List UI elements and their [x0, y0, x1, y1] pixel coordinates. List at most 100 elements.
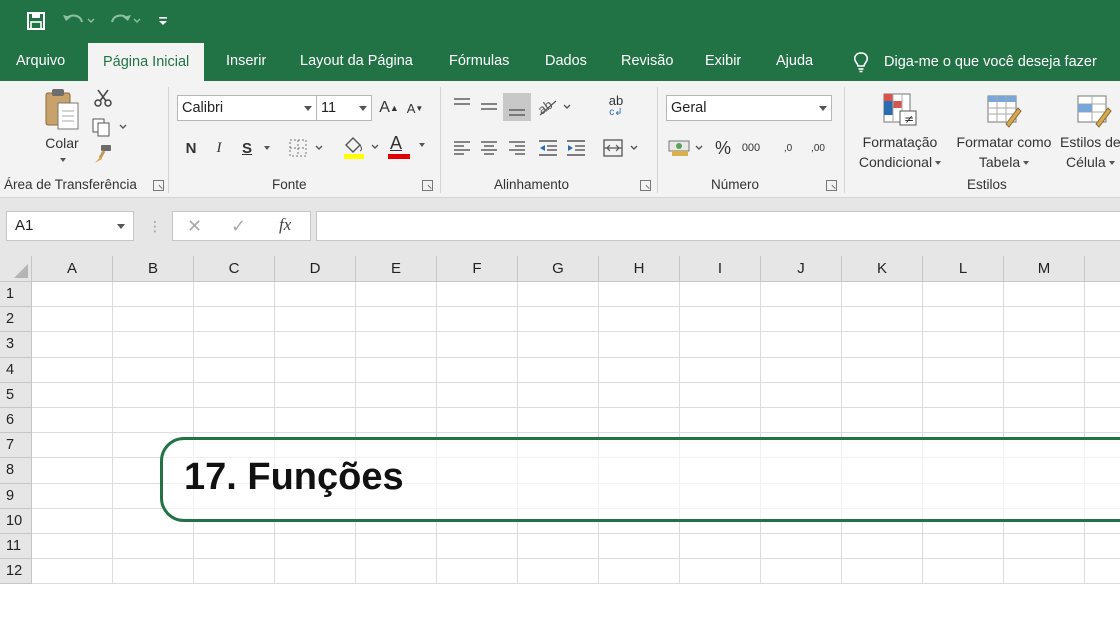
font-launcher-icon[interactable]: [422, 180, 433, 191]
tab-layout-da-pagina[interactable]: Layout da Página: [300, 42, 413, 81]
column-header-e[interactable]: E: [356, 256, 437, 282]
number-format-combo[interactable]: Geral: [666, 95, 832, 121]
decrease-indent-icon[interactable]: [536, 135, 560, 161]
alignment-launcher-icon[interactable]: [640, 180, 651, 191]
cell-styles-icon[interactable]: [1072, 89, 1116, 131]
column-header-i[interactable]: I: [680, 256, 761, 282]
format-as-table-icon[interactable]: [982, 89, 1026, 131]
row-header-10[interactable]: 10: [0, 508, 32, 534]
row-header-11[interactable]: 11: [0, 534, 32, 560]
spreadsheet-grid[interactable]: ABCDEFGHIJKLMN123456789101112: [0, 256, 1120, 584]
paste-button[interactable]: Colar: [40, 133, 84, 153]
tab-exibir[interactable]: Exibir: [705, 42, 741, 81]
column-header-c[interactable]: C: [194, 256, 275, 282]
format-as-table-button[interactable]: Formatar como Tabela: [950, 132, 1058, 172]
name-box[interactable]: A1: [6, 211, 134, 241]
align-center-icon[interactable]: [477, 135, 501, 161]
tab-dados[interactable]: Dados: [545, 42, 587, 81]
column-header-n[interactable]: N: [1085, 256, 1120, 282]
underline-dropdown-icon[interactable]: [258, 135, 272, 161]
column-header-f[interactable]: F: [437, 256, 518, 282]
format-painter-icon[interactable]: [92, 143, 114, 165]
decrease-decimal-button[interactable]: ,00: [804, 135, 832, 161]
column-header-k[interactable]: K: [842, 256, 923, 282]
number-group-label: Número: [711, 177, 760, 192]
save-icon[interactable]: [24, 9, 48, 33]
font-size-combo[interactable]: 11: [316, 95, 372, 121]
ribbon: Colar Área de Transferência Calibri 11 A…: [0, 81, 1120, 198]
paste-icon[interactable]: [42, 87, 82, 133]
paste-dropdown-icon[interactable]: [56, 155, 66, 165]
conditional-formatting-button[interactable]: Formatação Condicional: [852, 132, 948, 172]
clipboard-launcher-icon[interactable]: [153, 180, 164, 191]
redo-icon[interactable]: [106, 9, 146, 33]
tab-inserir[interactable]: Inserir: [226, 42, 266, 81]
row-header-7[interactable]: 7: [0, 433, 32, 459]
bold-button[interactable]: N: [180, 135, 202, 161]
tab-ajuda[interactable]: Ajuda: [776, 42, 813, 81]
column-header-b[interactable]: B: [113, 256, 194, 282]
fill-color-button[interactable]: [340, 133, 384, 161]
grow-font-button[interactable]: A ▲: [378, 95, 400, 121]
italic-icon: I: [216, 139, 222, 156]
tab-formulas[interactable]: Fórmulas: [449, 42, 509, 81]
underline-button[interactable]: S: [236, 135, 258, 161]
wrap-text-button[interactable]: ab c↲: [604, 93, 628, 121]
align-top-icon[interactable]: [450, 93, 474, 119]
row-header-8[interactable]: 8: [0, 458, 32, 484]
row-header-5[interactable]: 5: [0, 382, 32, 408]
cancel-icon[interactable]: ✕: [187, 216, 202, 237]
increase-decimal-button[interactable]: ,0: [776, 135, 800, 161]
paste-label: Colar: [45, 135, 79, 151]
column-header-l[interactable]: L: [923, 256, 1004, 282]
align-left-icon[interactable]: [450, 135, 474, 161]
italic-button[interactable]: I: [208, 135, 230, 161]
formula-bar-grip-icon[interactable]: ⋮: [148, 218, 162, 234]
conditional-formatting-icon[interactable]: ≠: [878, 89, 922, 131]
grid-row-line: [32, 407, 1120, 408]
group-separator: [440, 87, 441, 193]
orientation-icon[interactable]: ab: [536, 93, 574, 119]
align-bottom-icon[interactable]: [503, 93, 531, 121]
column-header-h[interactable]: H: [599, 256, 680, 282]
increase-indent-icon[interactable]: [564, 135, 588, 161]
column-header-a[interactable]: A: [32, 256, 113, 282]
row-header-3[interactable]: 3: [0, 332, 32, 358]
row-header-2[interactable]: 2: [0, 307, 32, 333]
formula-input[interactable]: [316, 211, 1120, 241]
copy-icon[interactable]: [90, 117, 130, 137]
number-launcher-icon[interactable]: [826, 180, 837, 191]
select-all-corner[interactable]: [0, 256, 32, 282]
column-header-m[interactable]: M: [1004, 256, 1085, 282]
undo-icon[interactable]: [60, 9, 100, 33]
customize-qat-icon[interactable]: [154, 9, 172, 33]
tab-arquivo[interactable]: Arquivo: [16, 42, 65, 81]
merge-center-icon[interactable]: [602, 135, 642, 161]
tell-me-search[interactable]: Diga-me o que você deseja fazer: [850, 42, 1097, 81]
cut-icon[interactable]: [92, 87, 114, 109]
row-header-4[interactable]: 4: [0, 357, 32, 383]
align-middle-icon[interactable]: [477, 93, 501, 119]
shrink-font-button[interactable]: A ▼: [404, 95, 426, 121]
row-header-12[interactable]: 12: [0, 559, 32, 584]
tab-revisao[interactable]: Revisão: [621, 42, 673, 81]
column-header-g[interactable]: G: [518, 256, 599, 282]
accounting-format-icon[interactable]: [666, 135, 710, 161]
row-header-6[interactable]: 6: [0, 408, 32, 434]
enter-icon[interactable]: ✓: [231, 216, 246, 237]
percent-button[interactable]: %: [712, 135, 734, 161]
row-header-9[interactable]: 9: [0, 483, 32, 509]
font-name-combo[interactable]: Calibri: [177, 95, 317, 121]
align-right-icon[interactable]: [505, 135, 529, 161]
insert-function-icon[interactable]: fx: [279, 215, 291, 235]
tab-pagina-inicial[interactable]: Página Inicial: [88, 43, 205, 81]
callout-title: 17. Funções: [184, 456, 404, 498]
font-color-button[interactable]: A: [386, 133, 430, 161]
column-header-j[interactable]: J: [761, 256, 842, 282]
lightbulb-icon: [850, 51, 872, 73]
row-header-1[interactable]: 1: [0, 282, 32, 308]
borders-button[interactable]: [284, 135, 328, 161]
comma-style-button[interactable]: 000: [738, 135, 764, 161]
cell-styles-button[interactable]: Estilos de Célula: [1060, 132, 1120, 172]
column-header-d[interactable]: D: [275, 256, 356, 282]
